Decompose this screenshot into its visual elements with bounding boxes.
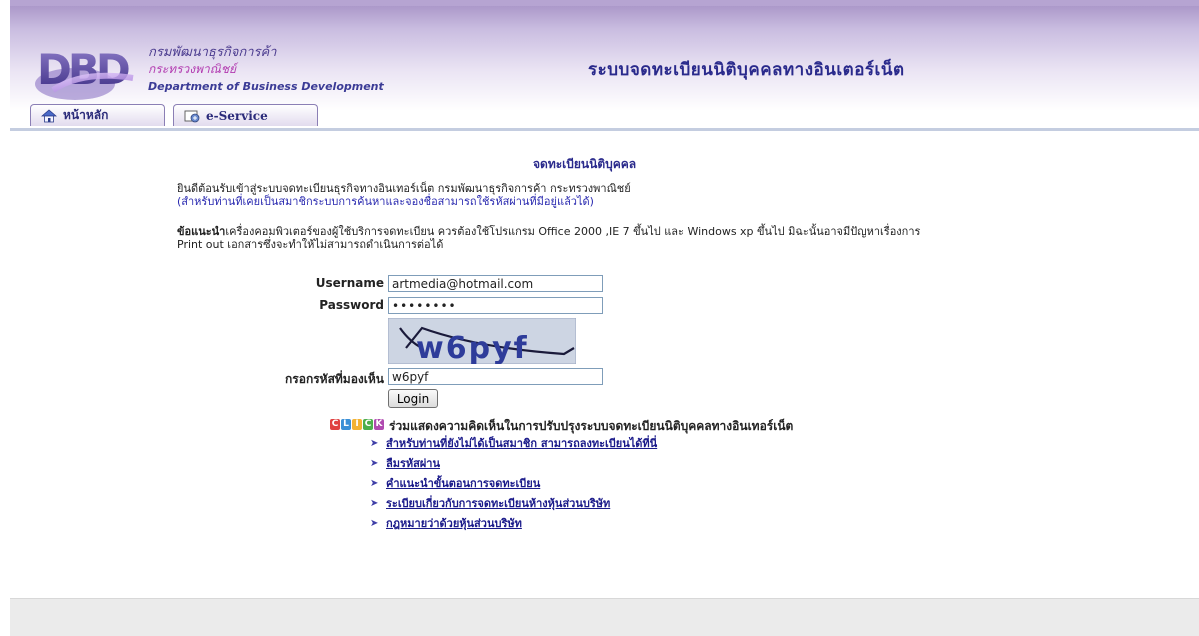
list-item: ➤ ระเบียบเกี่ยวกับการจดทะเบียนห้างหุ้นส่… [370, 496, 610, 510]
captcha-input[interactable] [388, 368, 603, 385]
welcome-line-2: (สำหรับท่านที่เคยเป็นสมาชิกระบบการค้นหาแ… [177, 195, 594, 208]
forgot-password-link[interactable]: ลืมรหัสผ่าน [386, 454, 440, 472]
captcha-label: กรอกรหัสที่มองเห็น [285, 372, 384, 386]
click-badge-icon[interactable]: C L I C K [330, 419, 384, 431]
home-icon [41, 108, 57, 122]
login-button[interactable]: Login [388, 389, 438, 408]
advice-body: เครื่องคอมพิวเตอร์ของผู้ใช้บริการจดทะเบี… [225, 225, 921, 238]
dbd-logo: DBD [35, 45, 134, 100]
password-input[interactable] [388, 297, 603, 314]
tab-home-label: หน้าหลัก [63, 108, 109, 122]
list-item: ➤ คำแนะนำขั้นตอนการจดทะเบียน [370, 476, 540, 490]
partnership-law-link[interactable]: กฎหมายว่าด้วยหุ้นส่วนบริษัท [386, 514, 522, 532]
svg-text:DBD: DBD [37, 45, 129, 94]
welcome-text: ยินดีต้อนรับเข้าสู่ระบบจดทะเบียนธุรกิจทา… [177, 182, 631, 208]
password-label: Password [319, 298, 384, 312]
list-item: ➤ สำหรับท่านที่ยังไม่ได้เป็นสมาชิก สามาร… [370, 436, 657, 450]
logo-text: กรมพัฒนาธุรกิจการค้า กระทรวงพาณิชย์ Depa… [148, 44, 384, 95]
header-divider [10, 128, 1199, 131]
tab-home[interactable]: หน้าหลัก [30, 104, 165, 126]
header-top-edge [10, 0, 1199, 6]
tab-eservice[interactable]: e-Service [173, 104, 318, 126]
click-badge-letter: L [341, 419, 351, 430]
registration-guide-link[interactable]: คำแนะนำขั้นตอนการจดทะเบียน [386, 474, 540, 492]
username-label: Username [315, 276, 384, 290]
logo-ministry-thai: กระทรวงพาณิชย์ [148, 62, 237, 76]
click-badge-letter: C [330, 419, 340, 430]
register-link[interactable]: สำหรับท่านที่ยังไม่ได้เป็นสมาชิก สามารถล… [386, 434, 657, 452]
captcha-text: w6pyf [416, 331, 529, 364]
click-badge-letter: K [374, 419, 384, 430]
click-badge-letter: I [352, 419, 362, 430]
partnership-regulation-link[interactable]: ระเบียบเกี่ยวกับการจดทะเบียนห้างหุ้นส่วน… [386, 494, 610, 512]
captcha-graphic: w6pyf [388, 318, 576, 364]
list-item: ➤ ลืมรหัสผ่าน [370, 456, 440, 470]
advice-body-2: Print out เอกสารซึ่งจะทำให้ไม่สามารถดำเน… [177, 238, 444, 251]
username-input[interactable] [388, 275, 603, 292]
welcome-line-1: ยินดีต้อนรับเข้าสู่ระบบจดทะเบียนธุรกิจทา… [177, 182, 631, 195]
advice-label: ข้อแนะนำ [177, 225, 226, 238]
captcha-image: w6pyf [388, 318, 576, 364]
logo-org-english: Department of Business Development [148, 80, 384, 93]
arrow-icon: ➤ [370, 497, 379, 509]
arrow-icon: ➤ [370, 457, 379, 469]
arrow-icon: ➤ [370, 517, 379, 529]
site-title: ระบบจดทะเบียนนิติบุคคลทางอินเตอร์เน็ต [588, 60, 905, 80]
list-item: ➤ กฎหมายว่าด้วยหุ้นส่วนบริษัท [370, 516, 522, 530]
arrow-icon: ➤ [370, 477, 379, 489]
arrow-icon: ➤ [370, 437, 379, 449]
footer-bar [10, 598, 1199, 636]
page-heading: จดทะเบียนนิติบุคคล [533, 157, 637, 171]
advice-text: ข้อแนะนำเครื่องคอมพิวเตอร์ของผู้ใช้บริกา… [177, 225, 1077, 251]
click-badge-letter: C [363, 419, 373, 430]
eservice-icon [184, 110, 200, 122]
logo-org-thai: กรมพัฒนาธุรกิจการค้า [148, 45, 277, 60]
tab-eservice-label: e-Service [206, 108, 268, 123]
